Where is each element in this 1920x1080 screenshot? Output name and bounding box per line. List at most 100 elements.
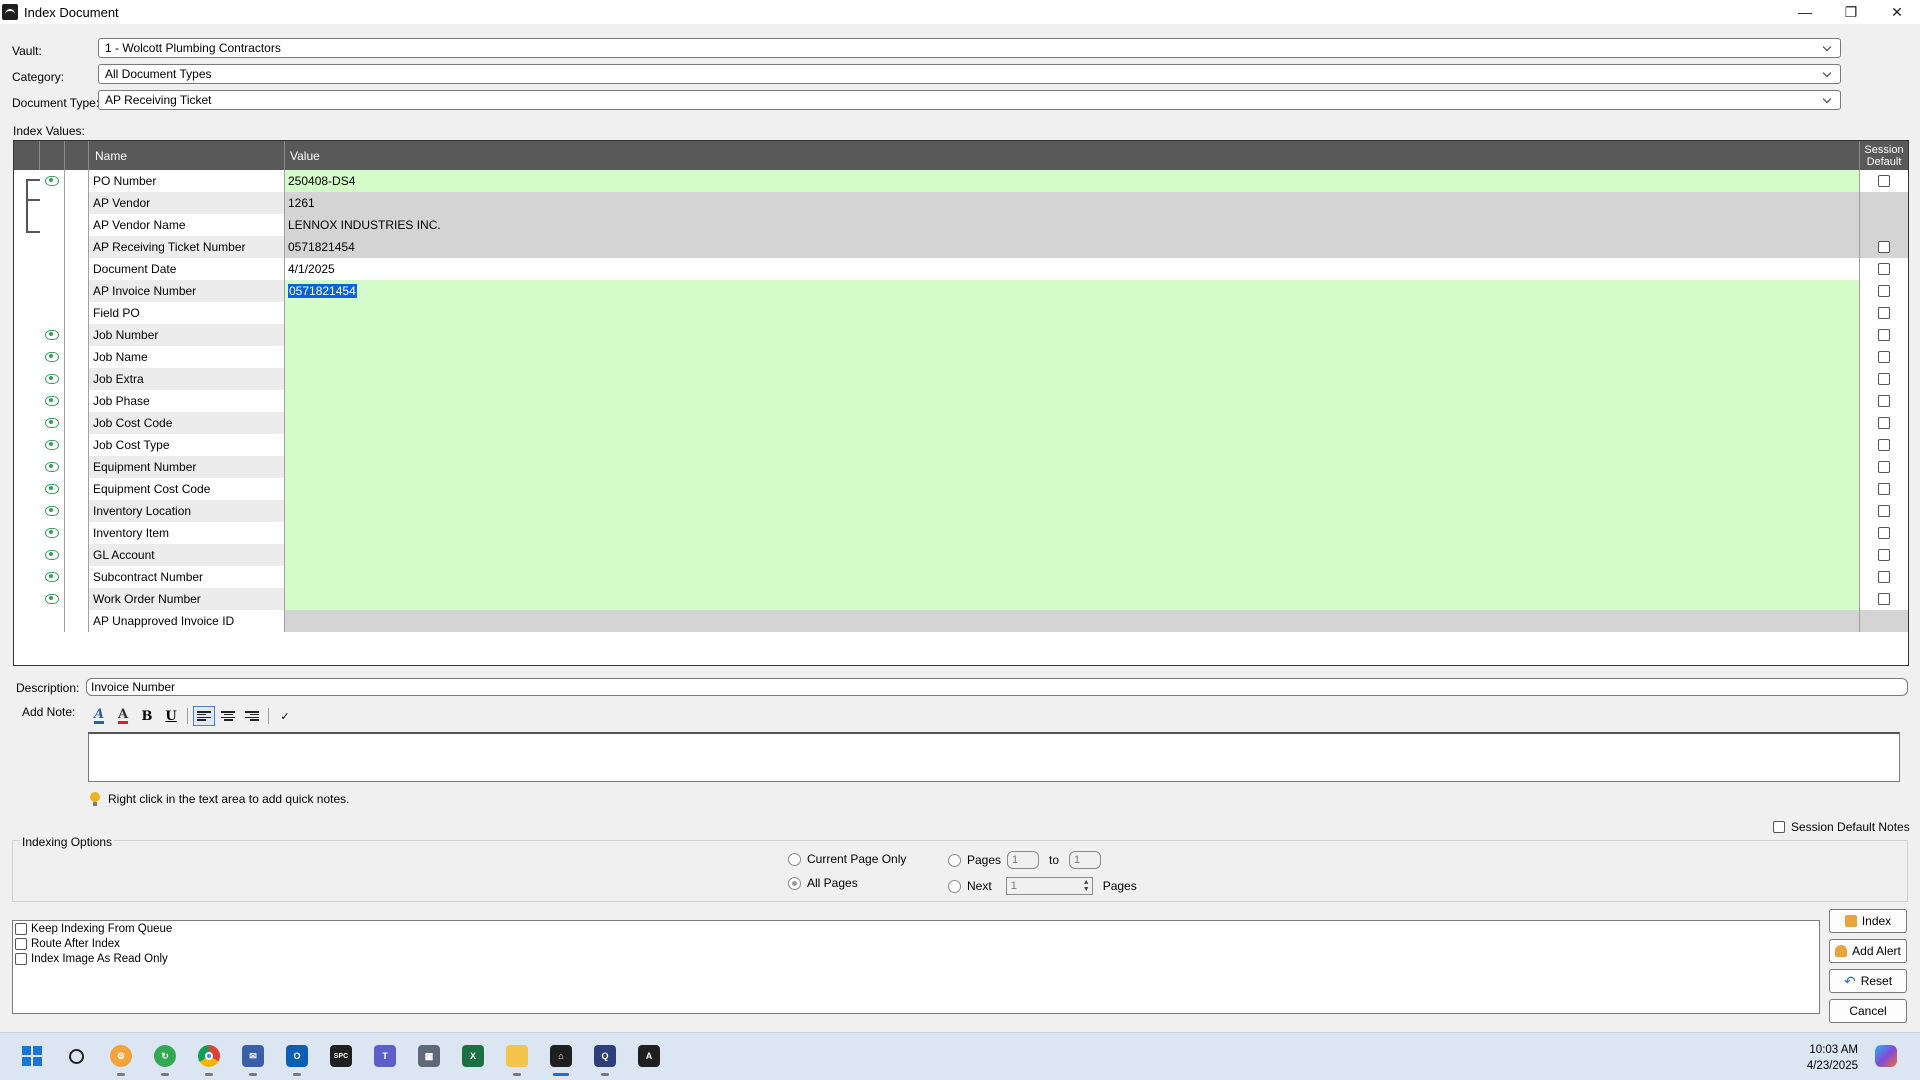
next-pages-radio[interactable]: Next 1 ▲ ▼ Pages bbox=[948, 877, 1137, 895]
table-row[interactable]: Inventory Location bbox=[40, 500, 1908, 522]
lookup-eye-cell[interactable] bbox=[40, 544, 65, 566]
session-default-checkbox[interactable] bbox=[1878, 417, 1890, 429]
table-row[interactable]: Equipment Number bbox=[40, 456, 1908, 478]
field-value-cell[interactable]: 1261 bbox=[285, 192, 1860, 214]
session-default-cell[interactable] bbox=[1860, 434, 1908, 456]
table-row[interactable]: AP Receiving Ticket Number 0571821454 bbox=[40, 236, 1908, 258]
session-default-cell[interactable] bbox=[1860, 566, 1908, 588]
field-value-cell[interactable]: 4/1/2025 bbox=[285, 258, 1860, 280]
session-default-checkbox[interactable] bbox=[1878, 571, 1890, 583]
field-value-cell[interactable] bbox=[285, 434, 1860, 456]
taskbar-excel[interactable]: X bbox=[458, 1041, 488, 1071]
next-pages-stepper[interactable]: 1 ▲ ▼ bbox=[1005, 877, 1093, 895]
session-default-cell[interactable] bbox=[1860, 412, 1908, 434]
table-row[interactable]: GL Account bbox=[40, 544, 1908, 566]
eye-icon[interactable] bbox=[45, 176, 59, 186]
taskbar-app-12[interactable]: Q bbox=[590, 1041, 620, 1076]
field-value-cell[interactable] bbox=[285, 412, 1860, 434]
session-default-checkbox[interactable] bbox=[1878, 395, 1890, 407]
session-default-cell[interactable] bbox=[1860, 346, 1908, 368]
current-page-only-radio[interactable]: Current Page Only bbox=[788, 852, 906, 866]
note-textarea[interactable] bbox=[88, 732, 1900, 782]
table-row[interactable]: AP Vendor Name LENNOX INDUSTRIES INC. bbox=[40, 214, 1908, 236]
lookup-eye-cell[interactable] bbox=[40, 412, 65, 434]
eye-icon[interactable] bbox=[45, 462, 59, 472]
eye-icon[interactable] bbox=[45, 330, 59, 340]
underline-button[interactable]: U bbox=[160, 706, 182, 726]
session-default-checkbox[interactable] bbox=[1878, 373, 1890, 385]
table-row[interactable]: AP Unapproved Invoice ID bbox=[40, 610, 1908, 632]
taskbar-spc[interactable]: SPC bbox=[326, 1041, 356, 1071]
table-row[interactable]: PO Number 250408-DS4 bbox=[40, 170, 1908, 192]
checkbox-box[interactable] bbox=[1773, 821, 1785, 833]
checkbox-box[interactable] bbox=[15, 938, 27, 950]
table-row[interactable]: Subcontract Number bbox=[40, 566, 1908, 588]
vault-select[interactable]: 1 - Wolcott Plumbing Contractors bbox=[98, 38, 1841, 58]
index-button[interactable]: Index bbox=[1829, 909, 1907, 933]
session-default-notes-checkbox[interactable]: Session Default Notes bbox=[1773, 820, 1910, 834]
taskbar-file-explorer[interactable] bbox=[502, 1041, 532, 1076]
lookup-eye-cell[interactable] bbox=[40, 390, 65, 412]
read-only-checkbox[interactable]: Index Image As Read Only bbox=[15, 953, 168, 965]
field-value-cell[interactable] bbox=[285, 522, 1860, 544]
lookup-eye-cell[interactable] bbox=[40, 522, 65, 544]
table-row[interactable]: AP Invoice Number 0571821454 bbox=[40, 280, 1908, 302]
align-left-button[interactable] bbox=[193, 706, 215, 726]
session-default-cell[interactable] bbox=[1860, 236, 1908, 258]
taskbar-teams[interactable]: T bbox=[370, 1041, 400, 1071]
eye-icon[interactable] bbox=[45, 374, 59, 384]
keep-indexing-checkbox[interactable]: Keep Indexing From Queue bbox=[15, 923, 172, 935]
all-pages-radio[interactable]: All Pages bbox=[788, 876, 858, 890]
table-row[interactable]: Job Cost Type bbox=[40, 434, 1908, 456]
field-value-cell[interactable] bbox=[285, 588, 1860, 610]
eye-icon[interactable] bbox=[45, 418, 59, 428]
eye-icon[interactable] bbox=[45, 550, 59, 560]
lookup-eye-cell[interactable] bbox=[40, 368, 65, 390]
cancel-button[interactable]: Cancel bbox=[1829, 999, 1907, 1023]
selected-value-text[interactable]: 0571821454 bbox=[288, 284, 357, 298]
checkbox-box[interactable] bbox=[15, 953, 27, 965]
field-value-cell[interactable] bbox=[285, 390, 1860, 412]
field-value-cell[interactable] bbox=[285, 500, 1860, 522]
field-value-cell[interactable]: 0571821454 bbox=[285, 280, 1860, 302]
bold-button[interactable]: B bbox=[136, 706, 158, 726]
start-button[interactable] bbox=[17, 1041, 47, 1071]
copilot-button[interactable] bbox=[1871, 1041, 1901, 1071]
session-default-cell[interactable] bbox=[1860, 170, 1908, 192]
field-value-cell[interactable] bbox=[285, 324, 1860, 346]
spin-arrows-icon[interactable]: ▲ ▼ bbox=[1083, 879, 1090, 893]
field-value-cell[interactable] bbox=[285, 478, 1860, 500]
taskbar-acrobat[interactable]: A bbox=[634, 1041, 664, 1071]
eye-icon[interactable] bbox=[45, 440, 59, 450]
radio-circle[interactable] bbox=[948, 853, 961, 867]
field-value-cell[interactable] bbox=[285, 302, 1860, 324]
table-row[interactable]: Job Number bbox=[40, 324, 1908, 346]
session-default-cell[interactable] bbox=[1860, 478, 1908, 500]
table-row[interactable]: Job Cost Code bbox=[40, 412, 1908, 434]
field-value-cell[interactable]: 0571821454 bbox=[285, 236, 1860, 258]
field-value-cell[interactable] bbox=[285, 368, 1860, 390]
pages-range-radio[interactable]: Pages 1 to 1 bbox=[948, 851, 1102, 869]
session-default-cell[interactable] bbox=[1860, 258, 1908, 280]
header-name[interactable]: Name bbox=[89, 141, 285, 170]
taskbar-app-2[interactable]: ↻ bbox=[150, 1041, 180, 1076]
session-default-checkbox[interactable] bbox=[1878, 175, 1890, 187]
radio-circle[interactable] bbox=[788, 876, 801, 890]
session-default-checkbox[interactable] bbox=[1878, 351, 1890, 363]
session-default-checkbox[interactable] bbox=[1878, 593, 1890, 605]
pages-from-input[interactable]: 1 bbox=[1007, 851, 1040, 869]
field-value-cell[interactable]: LENNOX INDUSTRIES INC. bbox=[285, 214, 1860, 236]
align-center-button[interactable] bbox=[217, 706, 239, 726]
eye-icon[interactable] bbox=[45, 572, 59, 582]
field-value-cell[interactable]: 250408-DS4 bbox=[285, 170, 1860, 192]
header-value[interactable]: Value bbox=[285, 141, 1860, 170]
session-default-cell[interactable] bbox=[1860, 324, 1908, 346]
session-default-cell[interactable] bbox=[1860, 544, 1908, 566]
session-default-checkbox[interactable] bbox=[1878, 505, 1890, 517]
header-session-default[interactable]: Session Default bbox=[1860, 141, 1908, 170]
taskbar-outlook[interactable]: O bbox=[282, 1041, 312, 1076]
highlight-color-button[interactable]: A bbox=[88, 706, 110, 726]
lookup-eye-cell[interactable] bbox=[40, 324, 65, 346]
radio-circle[interactable] bbox=[948, 879, 961, 893]
document-type-select[interactable]: AP Receiving Ticket bbox=[98, 90, 1841, 110]
